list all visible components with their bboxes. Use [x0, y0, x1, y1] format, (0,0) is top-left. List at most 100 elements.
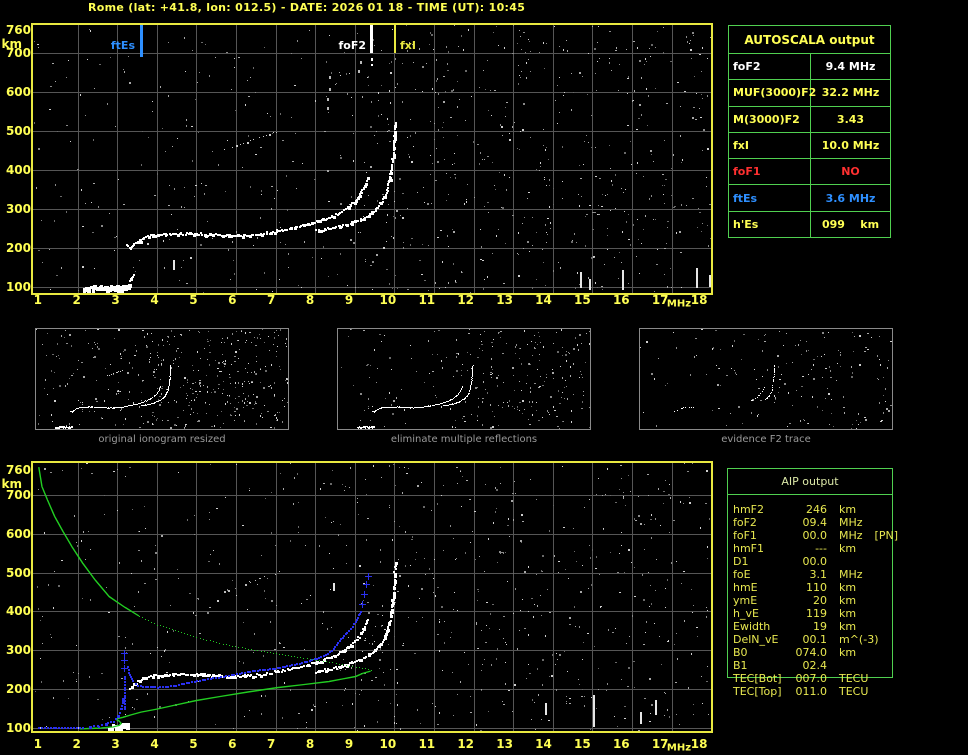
x-axis-tick-label: 9 — [344, 293, 354, 307]
aip-row-value: 09.4 — [802, 516, 828, 529]
autoscala-row-label: MUF(3000)F2 — [729, 80, 816, 106]
aip-row-extra: [PN] — [874, 529, 898, 542]
x-axis-tick-label: 11 — [418, 293, 436, 307]
thumbnail-caption-eliminate: eliminate multiple reflections — [390, 434, 538, 445]
x-axis-tick-label: 11 — [418, 737, 436, 751]
aip-row-unit: km — [839, 620, 857, 633]
x-axis-tick-label: 10 — [379, 737, 397, 751]
x-axis-tick-label: 18 — [690, 737, 708, 751]
y-axis-tick-label: 400 — [5, 163, 31, 178]
x-axis-tick-label: 8 — [305, 737, 315, 751]
x-axis-tick-label: 1 — [33, 737, 42, 751]
y-axis-tick-label: 600 — [5, 85, 31, 100]
y-axis-tick-label: 500 — [5, 124, 31, 139]
aip-table-row: D1 00.0 — [727, 555, 927, 568]
autoscala-table-row: h'Es 099 km — [729, 210, 890, 237]
aip-table-title: AIP output — [728, 469, 892, 495]
autoscala-row-value: 3.43 — [836, 112, 865, 126]
aip-row-label: foF2 — [733, 516, 757, 529]
autoscala-table-row: M(3000)F2 3.43 — [729, 105, 890, 132]
aip-table-row: hmF2 246 km — [727, 503, 927, 516]
fxI-marker-label: fxI — [400, 39, 416, 52]
aip-table-row: ymE 20 km — [727, 594, 927, 607]
aip-row-value: 20 — [813, 594, 827, 607]
aip-row-label: B0 — [733, 646, 748, 659]
aip-row-value: --- — [815, 542, 827, 555]
aip-row-value: 00.0 — [802, 529, 828, 542]
y-axis-tick-label: 200 — [5, 681, 31, 696]
x-axis-tick-label: 2 — [72, 293, 81, 307]
autoscala-table-row: foF2 9.4 MHz — [729, 53, 890, 80]
x-axis-unit-label: MHz — [666, 742, 692, 754]
thumbnail-caption-evidence: evidence F2 trace — [721, 434, 811, 445]
autoscala-row-label: ftEs — [729, 185, 811, 211]
aip-row-value: 011.0 — [795, 685, 828, 698]
aip-table-row: TEC[Top] 011.0 TECU — [727, 685, 927, 698]
x-axis-tick-label: 12 — [457, 293, 475, 307]
aip-row-label: B1 — [733, 659, 748, 672]
thumbnail-original-canvas — [36, 329, 288, 429]
x-axis-tick-label: 3 — [111, 737, 120, 751]
aip-row-unit: km — [839, 594, 857, 607]
thumbnail-eliminate-canvas — [338, 329, 590, 429]
aip-table-row: foF1 00.0 MHz [PN] — [727, 529, 927, 542]
autoscala-row-label: M(3000)F2 — [729, 106, 811, 132]
aip-row-label: h_vE — [733, 607, 759, 620]
x-axis-unit-label: MHz — [666, 298, 692, 310]
autoscala-row-value: 3.6 MHz — [825, 191, 876, 205]
autoscala-table-row: foF1 NO — [729, 158, 890, 185]
aip-row-value: 02.4 — [802, 659, 828, 672]
autoscala-row-value: 32.2 MHz — [821, 86, 880, 100]
y-axis-tick-label: 700 — [5, 46, 31, 61]
thumbnail-eliminate-reflections — [337, 328, 591, 430]
foF2-marker-label: foF2 — [338, 39, 366, 52]
autoscala-row-value: 10.0 MHz — [821, 138, 880, 152]
x-axis-tick-label: 13 — [496, 293, 513, 307]
x-axis-tick-label: 3 — [111, 293, 120, 307]
aip-row-value: 00.1 — [802, 633, 828, 646]
aip-row-label: DelN_vE — [733, 633, 779, 646]
y-axis-tick-label: 400 — [5, 604, 31, 619]
aip-table-rows: hmF2 246 km foF2 09.4 MHz foF1 00.0 MHz [PN] hmF1 -… — [727, 503, 927, 698]
aip-table-row: hmF1 --- km — [727, 542, 927, 555]
thumbnail-evidence-canvas — [640, 329, 892, 429]
autoscala-row-label: h'Es — [729, 211, 811, 237]
aip-row-unit: km — [839, 607, 857, 620]
x-axis-tick-label: 13 — [496, 737, 513, 751]
autoscala-row-value: NO — [841, 165, 860, 179]
x-axis-tick-label: 6 — [228, 737, 237, 751]
autoscala-row-value: 099 km — [821, 217, 880, 231]
x-axis-tick-label: 16 — [612, 293, 630, 307]
autoscala-table-row: fxI 10.0 MHz — [729, 131, 890, 159]
aip-row-unit: MHz — [839, 568, 863, 581]
x-axis-tick-label: 7 — [267, 293, 276, 307]
thumbnail-evidence-f2 — [639, 328, 893, 430]
x-axis-tick-label: 2 — [72, 737, 81, 751]
aip-row-unit: km — [839, 542, 857, 555]
aip-row-unit: m^(-3) — [839, 633, 879, 646]
x-axis-tick-label: 16 — [612, 737, 630, 751]
autoscala-output-table: AUTOSCALA output foF2 9.4 MHz MUF(3000)F2 3… — [728, 25, 891, 238]
x-axis-tick-label: 4 — [150, 737, 159, 751]
aip-row-label: TEC[Bot] — [733, 672, 782, 685]
aip-table-row: B1 02.4 — [727, 659, 927, 672]
autoscala-row-label: foF2 — [729, 54, 811, 80]
x-axis-tick-label: 12 — [457, 737, 475, 751]
aip-row-unit: km — [839, 503, 857, 516]
ftEs-marker-label: ftEs — [110, 39, 135, 52]
aip-row-label: hmF1 — [733, 542, 765, 555]
y-axis-tick-label: 300 — [5, 643, 31, 658]
x-axis-tick-label: 15 — [574, 737, 591, 751]
y-axis-tick-label: 200 — [5, 241, 31, 256]
aip-row-value: 19 — [813, 620, 827, 633]
autoscala-table-row: MUF(3000)F2 32.2 MHz — [729, 79, 890, 106]
y-axis-tick-label: 700 — [5, 488, 31, 502]
aip-row-label: hmE — [733, 581, 758, 594]
aip-row-value: 007.0 — [795, 672, 828, 685]
aip-table-row: foE 3.1 MHz — [727, 568, 927, 581]
x-axis-tick-label: 14 — [535, 737, 552, 751]
y-axis-tick-label: 760 — [5, 463, 31, 478]
bottom-ionogram-canvas — [33, 463, 711, 731]
aip-row-label: foE — [733, 568, 751, 581]
x-axis-tick-label: 5 — [189, 737, 198, 751]
